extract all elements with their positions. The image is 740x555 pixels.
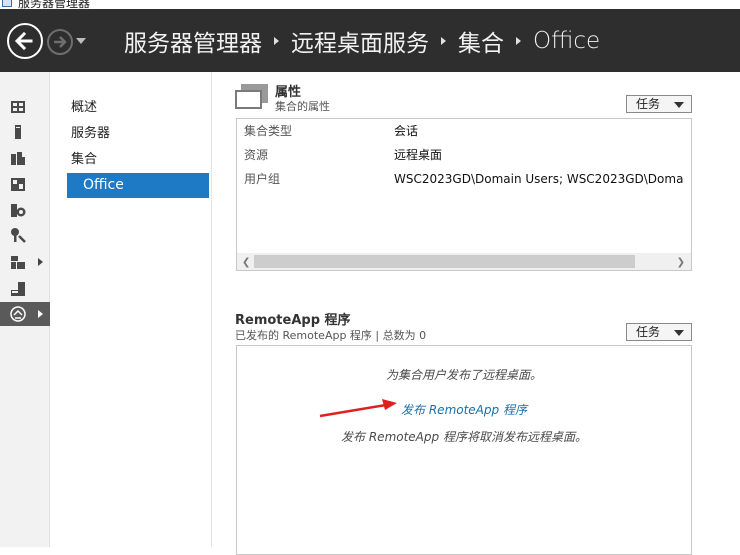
properties-tasks-button[interactable]: 任务 [626,95,692,113]
property-value: WSC2023GD\Domain Users; WSC2023GD\Domain… [394,172,684,186]
breadcrumb-separator-icon [274,37,279,45]
expand-arrow-icon [38,258,43,266]
rail-item-dashboard[interactable] [0,95,50,119]
dashboard-icon [11,101,25,113]
forward-button[interactable] [47,29,73,55]
breadcrumb: 服务器管理器 远程桌面服务 集合 Office [124,24,600,58]
property-value: 会话 [394,124,419,138]
subnav-item-servers[interactable]: 服务器 [67,121,209,146]
rail-item-remote-desktop[interactable] [0,302,50,326]
breadcrumb-item-office[interactable]: Office [533,28,600,54]
breadcrumb-separator-icon [516,37,521,45]
chevron-down-icon [674,102,684,108]
server-manager-icon [2,0,12,7]
rail-item-iis[interactable] [0,198,50,222]
back-arrow-icon [14,31,33,51]
property-key: 用户组 [244,172,281,186]
remoteapp-title: RemoteApp 程序 [235,313,351,328]
rail-item-print-services[interactable] [0,277,50,301]
print-services-icon [11,282,25,296]
file-storage-icon [11,178,25,191]
remoteapp-note-message: 发布 RemoteApp 程序将取消发布远程桌面。 [341,430,587,444]
publish-remoteapp-link[interactable]: 发布 RemoteApp 程序 [237,401,691,418]
iis-icon [11,204,26,217]
rail-item-file-storage[interactable] [0,172,50,196]
horizontal-scrollbar[interactable]: ❮ ❯ [237,253,691,270]
rail-item-all-servers[interactable] [0,146,50,170]
property-key: 集合类型 [244,124,293,138]
properties-icon [235,84,268,109]
main-content: 属性 集合的属性 任务 集合类型 会话 资源 远程桌面 用户组 WSC2023G… [213,72,740,555]
history-dropdown-icon[interactable] [76,38,86,44]
back-button[interactable] [7,23,43,59]
expand-arrow-icon [38,310,43,318]
properties-panel: 集合类型 会话 资源 远程桌面 用户组 WSC2023GD\Domain Use… [236,118,692,271]
scroll-left-icon[interactable]: ❮ [242,257,250,268]
window-title: 服务器管理器 [18,0,91,9]
property-key: 资源 [244,148,269,162]
scroll-right-icon[interactable]: ❯ [677,257,685,268]
tools-icon [11,228,26,243]
breadcrumb-item-collections[interactable]: 集合 [458,24,504,58]
tasks-label: 任务 [636,97,661,111]
window-titlebar: 服务器管理器 [0,0,740,9]
rail-item-tools[interactable] [0,223,50,247]
breadcrumb-separator-icon [441,37,446,45]
all-servers-icon [11,152,25,165]
rail-item-local-server[interactable] [0,120,50,144]
properties-subtitle: 集合的属性 [275,100,330,113]
left-icon-rail [0,72,50,547]
forward-arrow-icon [54,36,67,48]
property-value: 远程桌面 [394,148,443,162]
breadcrumb-item-server-manager[interactable]: 服务器管理器 [124,24,262,58]
remoteapp-tasks-button[interactable]: 任务 [626,323,692,341]
remoteapp-panel: 为集合用户发布了远程桌面。 发布 RemoteApp 程序 发布 RemoteA… [236,345,692,555]
file-services-icon [11,256,25,269]
remoteapp-subtitle: 已发布的 RemoteApp 程序 | 总数为 0 [235,329,427,342]
remoteapp-status-message: 为集合用户发布了远程桌面。 [385,368,542,382]
chevron-down-icon [674,330,684,336]
local-server-icon [15,125,21,139]
subnav-item-collections[interactable]: 集合 [67,147,209,172]
breadcrumb-item-rds[interactable]: 远程桌面服务 [291,24,429,58]
subnav-item-overview[interactable]: 概述 [67,95,209,120]
subnav-item-office[interactable]: Office [67,173,209,198]
subnav-panel: 概述 服务器 集合 Office [50,72,212,547]
remote-desktop-icon [10,306,26,322]
rail-item-file-services[interactable] [0,250,50,274]
tasks-label: 任务 [636,325,661,339]
annotation-arrow-icon [319,399,397,418]
scrollbar-thumb[interactable] [254,255,635,268]
header-bar: 服务器管理器 远程桌面服务 集合 Office [0,9,740,72]
